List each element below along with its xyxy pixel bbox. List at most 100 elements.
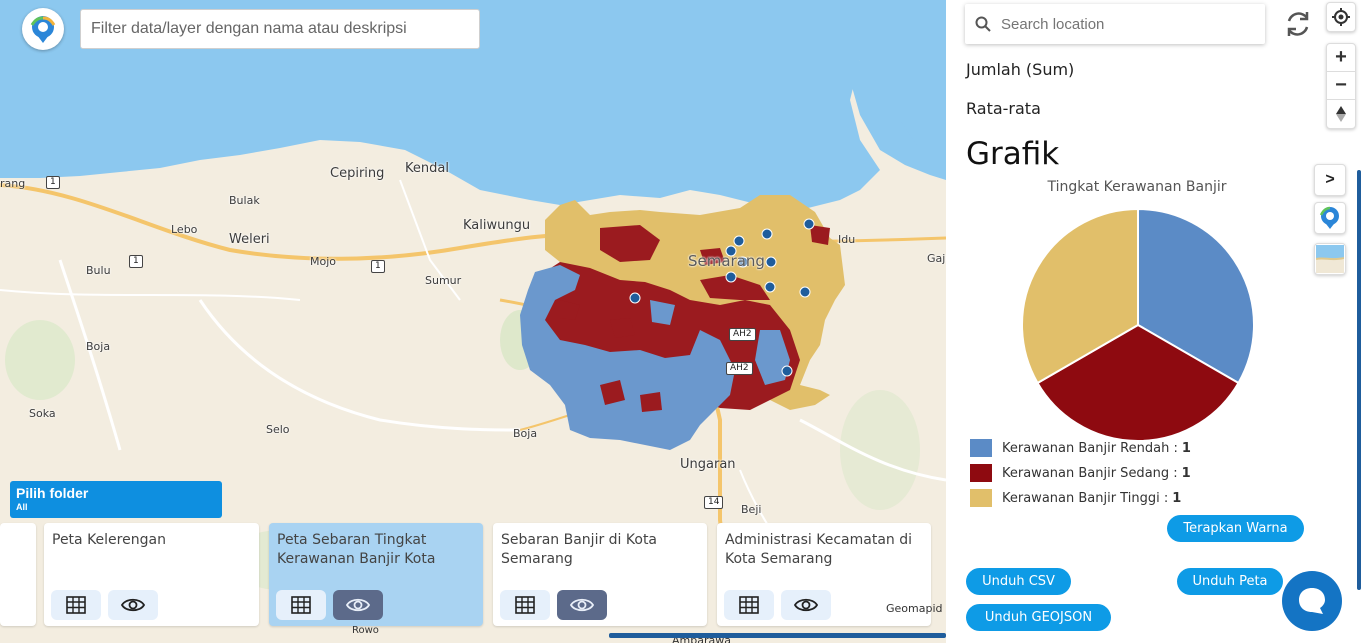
layer-table-button[interactable] bbox=[724, 590, 774, 620]
attribution-geomapid: Geomapid bbox=[886, 602, 943, 615]
road-shield-1-mid: 1 bbox=[129, 255, 143, 268]
folder-selector-title: Pilih folder bbox=[16, 485, 89, 501]
layer-marker-button[interactable] bbox=[1314, 202, 1346, 234]
map-label-selo: Selo bbox=[266, 423, 290, 436]
table-icon bbox=[66, 596, 86, 614]
eye-icon bbox=[794, 598, 818, 612]
chart-title: Tingkat Kerawanan Banjir bbox=[1047, 179, 1227, 195]
layer-card-kerawanan-banjir[interactable]: Peta Sebaran Tingkat Kerawanan Banjir Ko… bbox=[269, 523, 483, 626]
chat-bubble-icon bbox=[1299, 588, 1325, 614]
map-label-bulu: Bulu bbox=[86, 264, 111, 277]
legend-separator: : bbox=[1169, 465, 1178, 481]
legend-item[interactable]: Kerawanan Banjir Tinggi :1 bbox=[970, 489, 1290, 507]
layer-visibility-toggle[interactable] bbox=[333, 590, 383, 620]
legend-label: Kerawanan Banjir Tinggi bbox=[1002, 490, 1160, 506]
map-label-cepiring: Cepiring bbox=[330, 166, 385, 181]
map-pin-icon bbox=[1319, 206, 1339, 229]
map-label-rowo: Rowo bbox=[352, 625, 379, 636]
analysis-panel: + − > Jumlah (Sum) Rata-rata Grafik Ting… bbox=[946, 0, 1366, 643]
layer-table-button[interactable] bbox=[500, 590, 550, 620]
apply-color-button[interactable]: Terapkan Warna bbox=[1167, 515, 1304, 542]
road-shield-ah2-a: AH2 bbox=[729, 328, 756, 341]
road-shield-ah2-b: AH2 bbox=[726, 362, 753, 375]
legend-separator: : bbox=[1169, 440, 1178, 456]
compass-button[interactable] bbox=[1326, 100, 1356, 128]
layer-card-title: Sebaran Banjir di Kota Semarang bbox=[501, 532, 658, 567]
search-icon bbox=[975, 16, 991, 32]
geolocate-button[interactable] bbox=[1326, 3, 1356, 31]
chart-section-heading: Grafik bbox=[966, 136, 1060, 172]
legend-swatch bbox=[970, 439, 992, 457]
legend-item[interactable]: Kerawanan Banjir Sedang :1 bbox=[970, 464, 1290, 482]
folder-selector-value: All bbox=[16, 502, 28, 512]
stat-average-label: Rata-rata bbox=[966, 99, 1041, 118]
zoom-out-button[interactable]: − bbox=[1326, 72, 1356, 100]
map-label-gaji: Gaji bbox=[927, 252, 946, 265]
chat-button[interactable] bbox=[1282, 571, 1342, 631]
layer-visibility-toggle[interactable] bbox=[557, 590, 607, 620]
geolocate-control[interactable] bbox=[1326, 2, 1356, 32]
eye-icon bbox=[346, 598, 370, 612]
location-search[interactable] bbox=[965, 4, 1265, 44]
layer-visibility-toggle[interactable] bbox=[108, 590, 158, 620]
legend-label: Kerawanan Banjir Rendah bbox=[1002, 440, 1170, 456]
folder-selector[interactable]: Pilih folder All bbox=[10, 481, 222, 518]
map-label-beji: Beji bbox=[741, 503, 762, 516]
basemap-thumbnail-icon bbox=[1316, 245, 1344, 273]
map-label-weleri: Weleri bbox=[229, 232, 270, 247]
map-label-rang: rang bbox=[0, 177, 26, 190]
map-label-soka: Soka bbox=[29, 407, 56, 420]
basemap-switch-button[interactable] bbox=[1314, 243, 1346, 275]
map-label-kendal: Kendal bbox=[405, 161, 449, 176]
map-label-sumur: Sumur bbox=[425, 274, 462, 287]
legend-swatch bbox=[970, 464, 992, 482]
road-shield-1-west: 1 bbox=[46, 176, 60, 189]
app-logo[interactable] bbox=[22, 8, 64, 50]
layer-card-title: Peta Sebaran Tingkat Kerawanan Banjir Ko… bbox=[277, 532, 436, 567]
map-label-boja: Boja bbox=[513, 427, 538, 440]
layer-card-partial[interactable] bbox=[0, 523, 36, 626]
download-map-button[interactable]: Unduh Peta bbox=[1177, 568, 1283, 595]
legend-value: 1 bbox=[1172, 490, 1182, 506]
layer-filter-input[interactable] bbox=[80, 9, 480, 49]
legend-value: 1 bbox=[1181, 465, 1191, 481]
layer-card-title: Peta Kelerengan bbox=[52, 532, 166, 548]
card-strip-scrollbar[interactable] bbox=[609, 633, 946, 638]
layer-table-button[interactable] bbox=[51, 590, 101, 620]
map-label-kaliwungu: Kaliwungu bbox=[463, 218, 531, 233]
map-label-semarang: Semarang bbox=[688, 252, 765, 270]
eye-icon bbox=[121, 598, 145, 612]
layer-visibility-toggle[interactable] bbox=[781, 590, 831, 620]
download-csv-button[interactable]: Unduh CSV bbox=[966, 568, 1071, 595]
stat-sum-label: Jumlah (Sum) bbox=[966, 60, 1075, 79]
table-icon bbox=[291, 596, 311, 614]
refresh-icon[interactable] bbox=[1282, 8, 1314, 40]
layer-card-kelerengan[interactable]: Peta Kelerengan bbox=[44, 523, 259, 626]
zoom-in-button[interactable]: + bbox=[1326, 44, 1356, 72]
layer-card-sebaran-banjir[interactable]: Sebaran Banjir di Kota Semarang bbox=[493, 523, 707, 626]
map-label-lebo: Lebo bbox=[171, 223, 198, 236]
pie-chart[interactable] bbox=[1018, 205, 1258, 445]
road-shield-1-east: 1 bbox=[371, 260, 385, 273]
download-geojson-button[interactable]: Unduh GEOJSON bbox=[966, 604, 1111, 631]
legend-item[interactable]: Kerawanan Banjir Rendah :1 bbox=[970, 439, 1290, 457]
map-label-boja-west: Boja bbox=[86, 340, 111, 353]
map-label-mojo: Mojo bbox=[310, 255, 337, 268]
legend-label: Kerawanan Banjir Sedang bbox=[1002, 465, 1170, 481]
map-label-ungaran: Ungaran bbox=[680, 457, 736, 472]
eye-icon bbox=[570, 598, 594, 612]
crosshair-icon bbox=[1332, 8, 1350, 26]
road-shield-14: 14 bbox=[704, 496, 724, 509]
map-label-demak-partial: Idu bbox=[838, 233, 856, 246]
zoom-control: + − bbox=[1326, 43, 1356, 129]
layer-table-button[interactable] bbox=[276, 590, 326, 620]
map-canvas[interactable]: Kendal Cepiring Bulak Lebo Weleri Kaliwungu Mo… bbox=[0, 0, 946, 643]
map-label-bulak: Bulak bbox=[229, 194, 260, 207]
compass-icon bbox=[1336, 106, 1346, 122]
location-search-input[interactable] bbox=[1001, 15, 1251, 33]
layer-card-title: Administrasi Kecamatan di Kota Semarang bbox=[725, 532, 913, 567]
legend-swatch bbox=[970, 489, 992, 507]
map-pin-logo-icon bbox=[30, 16, 56, 43]
table-icon bbox=[515, 596, 535, 614]
panel-scrollbar[interactable] bbox=[1357, 170, 1361, 590]
